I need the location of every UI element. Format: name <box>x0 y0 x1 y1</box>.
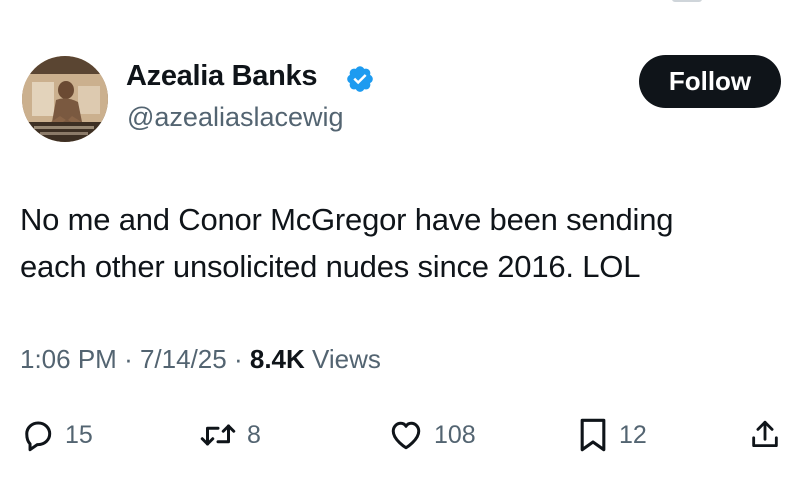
like-button[interactable]: 108 <box>387 410 476 460</box>
user-handle[interactable]: @azealiaslacewig <box>127 102 344 133</box>
retweet-button[interactable]: 8 <box>198 410 261 460</box>
bookmark-button[interactable]: 12 <box>576 410 647 460</box>
follow-button[interactable]: Follow <box>639 55 781 108</box>
reply-icon <box>25 421 52 452</box>
tweet-text: No me and Conor McGregor have been sendi… <box>20 196 780 290</box>
tweet-text-line: No me and Conor McGregor have been sendi… <box>20 202 674 237</box>
like-count: 108 <box>434 420 476 449</box>
tweet-meta: 1:06 PM · 7/14/25 · 8.4K Views <box>20 344 381 375</box>
tweet-time[interactable]: 1:06 PM <box>20 344 117 374</box>
meta-separator: · <box>233 344 243 374</box>
tweet-date[interactable]: 7/14/25 <box>140 344 227 374</box>
top-edge-fragment <box>672 0 702 2</box>
reply-count: 15 <box>65 420 93 449</box>
share-button[interactable] <box>748 410 782 460</box>
meta-separator: · <box>124 344 133 374</box>
avatar[interactable] <box>22 56 108 142</box>
tweet-action-bar: 15 8 108 12 <box>0 410 800 460</box>
views-label: Views <box>312 344 381 374</box>
views-count: 8.4K <box>249 344 305 374</box>
bookmark-icon <box>580 418 606 452</box>
heart-icon <box>391 421 421 450</box>
display-name[interactable]: Azealia Banks <box>126 60 317 93</box>
reply-button[interactable]: 15 <box>20 410 93 460</box>
verified-badge-icon <box>347 66 373 92</box>
share-icon <box>752 420 778 448</box>
retweet-icon <box>200 424 236 446</box>
retweet-count: 8 <box>247 420 261 449</box>
tweet-text-line: each other unsolicited nudes since 2016.… <box>20 249 641 284</box>
bookmark-count: 12 <box>619 420 647 449</box>
